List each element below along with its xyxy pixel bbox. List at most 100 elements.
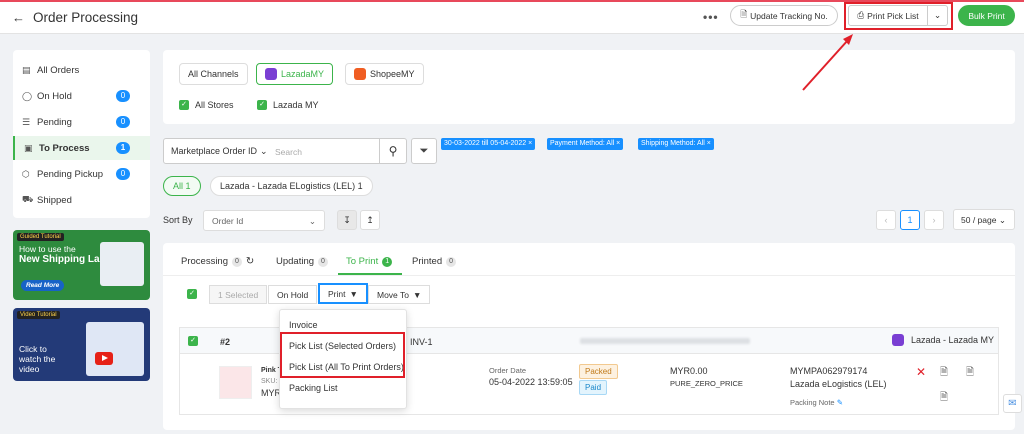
shipping-label-illustration (100, 242, 144, 286)
chevron-right-icon: › (932, 215, 936, 225)
chevron-down-icon: ⌄ (308, 216, 316, 226)
sidebar-item-shipped[interactable]: ⛟ Shipped (13, 188, 150, 212)
edit-icon: ✎ (836, 398, 843, 407)
count-badge: 0 (116, 168, 130, 180)
order-amount: MYR0.00 (670, 366, 708, 376)
select-all-checkbox[interactable]: ✓ (187, 289, 197, 299)
check-icon: ✓ (257, 100, 267, 110)
print-document-icon[interactable]: 🗎 (940, 365, 948, 382)
status-badge-packed: Packed (579, 364, 618, 379)
lazada-logo-icon (892, 334, 904, 346)
sidebar-item-pending[interactable]: ☰ Pending 0 (13, 110, 150, 134)
chevron-down-icon: ⌄ (260, 145, 268, 156)
more-options-icon[interactable]: ••• (703, 10, 719, 24)
per-page-select[interactable]: 50 / page ⌄ (953, 209, 1015, 230)
shopee-logo-icon (354, 68, 366, 80)
logistics-filter-all[interactable]: All 1 (163, 176, 201, 196)
pricing-type: PURE_ZERO_PRICE (670, 379, 743, 388)
truck-icon: ⛟ (22, 194, 34, 204)
guided-tutorial-banner[interactable]: Guided Tutorial How to use the New Shipp… (13, 230, 150, 300)
search-icon: ⚲ (388, 144, 398, 158)
date-filter-tag[interactable]: 30-03-2022 till 05-04-2022 × (441, 138, 536, 150)
layers-icon: ☰ (22, 116, 31, 127)
shipping-filter-tag[interactable]: Shipping Method: All × (638, 138, 714, 150)
on-hold-button[interactable]: On Hold (268, 285, 318, 304)
menu-item-invoice[interactable]: Invoice (289, 320, 318, 330)
invoice-number: INV-1 (410, 337, 433, 347)
check-icon: ✓ (179, 100, 189, 110)
channel-shopee[interactable]: ShopeeMY (345, 63, 424, 85)
search-input[interactable]: Search (268, 138, 380, 164)
sidebar-item-all-orders[interactable]: ▤ All Orders (13, 58, 150, 82)
caret-down-icon: ▼ (412, 289, 422, 300)
sort-desc-icon: ↧ (343, 214, 351, 225)
channel-lazada[interactable]: LazadaMY (256, 63, 334, 85)
payment-filter-tag[interactable]: Payment Method: All × (547, 138, 624, 150)
video-tutorial-banner[interactable]: Video Tutorial Click to watch the video (13, 308, 150, 381)
sort-asc-icon: ↥ (366, 214, 374, 225)
update-tracking-button[interactable]: 🗎 Update Tracking No. (730, 5, 838, 26)
search-field-select[interactable]: Marketplace Order ID ⌄ (163, 138, 269, 164)
box-icon: ⬡ (22, 168, 30, 179)
caret-down-icon: ▼ (349, 288, 358, 299)
tab-processing[interactable]: Processing 0 ↻ (181, 256, 254, 267)
search-button[interactable]: ⚲ (379, 138, 407, 164)
invoice-document-icon[interactable]: 🗎 (940, 390, 948, 407)
packing-note-link[interactable]: Packing Note ✎ (790, 398, 843, 407)
pause-icon: ◯ (22, 90, 33, 101)
filter-icon: ⏷ (419, 144, 429, 157)
print-label-icon[interactable]: 🗎 (966, 365, 974, 382)
document-icon: 🗎 (740, 8, 748, 19)
tab-printed[interactable]: Printed 0 (412, 256, 457, 267)
order-number: #2 (220, 337, 231, 347)
prev-page-button[interactable]: ‹ (876, 210, 896, 230)
tab-divider (163, 275, 1015, 276)
filter-button[interactable]: ⏷ (411, 138, 437, 164)
sidebar-item-to-process[interactable]: ▣ To Process 1 (13, 136, 150, 160)
sort-desc-button[interactable]: ↧ (337, 210, 357, 230)
page-number-button[interactable]: 1 (900, 210, 920, 230)
count-badge: 0 (116, 90, 130, 102)
selected-count: 1 Selected (209, 285, 268, 304)
refresh-icon[interactable]: ↻ (246, 256, 254, 267)
play-icon[interactable] (95, 352, 113, 365)
orders-icon: ▤ (22, 64, 31, 75)
order-date: 05-04-2022 13:59:05 (489, 377, 573, 387)
chevron-left-icon: ‹ (884, 215, 888, 225)
sort-asc-button[interactable]: ↥ (360, 210, 380, 230)
sidebar-item-on-hold[interactable]: ◯ On Hold 0 (13, 84, 150, 108)
tab-updating[interactable]: Updating 0 (276, 256, 328, 267)
logistics-filter-lel[interactable]: Lazada - Lazada ELogistics (LEL) 1 (210, 176, 373, 196)
sort-label: Sort By (163, 215, 193, 225)
cancel-icon[interactable]: ✕ (916, 365, 926, 379)
order-channel: Lazada - Lazada MY (892, 334, 994, 346)
highlight-box-pick-list (844, 2, 953, 30)
video-thumbnail (86, 322, 144, 376)
tab-to-print[interactable]: To Print 1 (346, 256, 393, 267)
channel-panel (163, 50, 1015, 124)
sidebar-item-pending-pickup[interactable]: ⬡ Pending Pickup 0 (13, 162, 150, 186)
clipboard-icon: ▣ (24, 142, 33, 153)
move-to-button[interactable]: Move To ▼ (368, 285, 431, 304)
status-badge-paid: Paid (579, 380, 608, 395)
page-title: Order Processing (33, 10, 139, 25)
back-arrow-icon[interactable]: ← (12, 10, 25, 25)
sidebar: ▤ All Orders ◯ On Hold 0 ☰ Pending 0 ▣ T… (13, 50, 150, 218)
channel-all[interactable]: All Channels (179, 63, 248, 85)
print-button[interactable]: Print ▼ (318, 283, 368, 304)
sort-select[interactable]: Order Id ⌄ (203, 210, 325, 231)
bulk-print-button[interactable]: Bulk Print (958, 5, 1015, 26)
chevron-down-icon: ⌄ (998, 215, 1006, 225)
lazada-store-checkbox[interactable]: ✓ Lazada MY (257, 100, 319, 110)
menu-item-packing-list[interactable]: Packing List (289, 383, 338, 393)
lazada-logo-icon (265, 68, 277, 80)
active-tab-indicator (338, 273, 402, 275)
all-stores-checkbox[interactable]: ✓ All Stores (179, 100, 234, 110)
logistics-provider: Lazada eLogistics (LEL) (790, 379, 887, 389)
mail-icon[interactable]: ✉ (1003, 394, 1022, 413)
tracking-number: MYMPA062979174 (790, 366, 868, 376)
highlight-box-pick-list-menu (280, 332, 405, 378)
order-checkbox[interactable]: ✓ (188, 336, 198, 346)
read-more-button[interactable]: Read More (21, 280, 65, 291)
next-page-button[interactable]: › (924, 210, 944, 230)
